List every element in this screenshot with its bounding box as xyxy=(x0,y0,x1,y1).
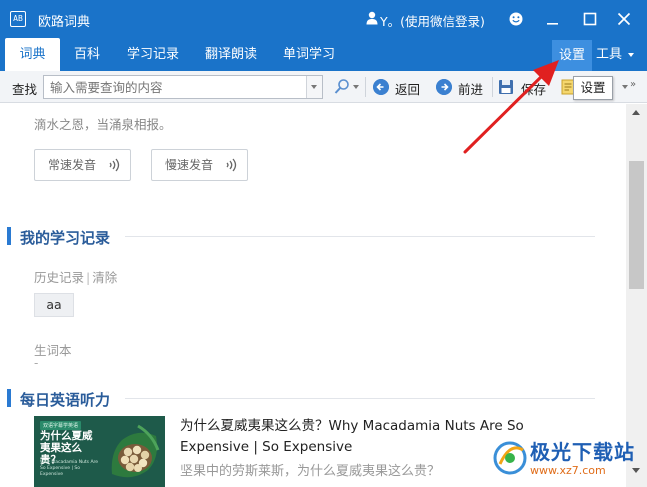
slow-pron-label: 慢速发音 xyxy=(165,158,214,172)
close-icon[interactable] xyxy=(614,8,634,30)
normal-speed-pronunciation-button[interactable]: 常速发音 xyxy=(34,149,131,181)
history-label[interactable]: 历史记录 xyxy=(34,270,84,285)
maximize-icon[interactable] xyxy=(580,8,600,30)
search-options-chevron-icon[interactable] xyxy=(353,85,359,89)
toolbar-divider xyxy=(365,77,366,97)
forward-arrow-icon[interactable] xyxy=(436,79,452,95)
search-input[interactable] xyxy=(44,76,306,98)
search-icon[interactable] xyxy=(334,78,350,96)
tab-dictionary[interactable]: 词典 xyxy=(5,38,60,71)
watermark-url: www.xz7.com xyxy=(530,464,606,477)
toolbar-divider xyxy=(492,77,493,97)
settings-button[interactable]: 设置 xyxy=(552,40,592,71)
tab-study-records[interactable]: 学习记录 xyxy=(120,38,186,71)
history-header: 历史记录 | 清除 xyxy=(34,267,117,286)
user-account-label[interactable]: Y。(使用微信登录) xyxy=(380,11,485,30)
tab-encyclopedia[interactable]: 百科 xyxy=(62,38,112,71)
speaker-wave-icon xyxy=(226,158,237,172)
scrollbar-thumb[interactable] xyxy=(629,161,644,289)
minimize-icon[interactable] xyxy=(543,8,563,30)
search-box xyxy=(43,75,323,99)
section-divider xyxy=(125,236,595,237)
toolbar-more-chevron-icon[interactable] xyxy=(622,85,628,89)
normal-pron-label: 常速发音 xyxy=(48,158,97,172)
section-divider xyxy=(125,398,595,399)
history-item[interactable]: aa xyxy=(34,293,74,317)
article-subtitle: 坚果中的劳斯莱斯，为什么夏威夷果这么贵？ xyxy=(180,464,441,479)
settings-tooltip: 设置 xyxy=(573,76,613,100)
title-bar: AB 欧路词典 Y。(使用微信登录) xyxy=(0,0,647,38)
tab-word-study[interactable]: 单词学习 xyxy=(274,38,344,71)
article-thumbnail[interactable]: 双语字幕学英语 为什么夏威夷果这么贵？ Why Macadamia Nuts A… xyxy=(34,416,165,487)
thumbnail-subtitle: Why Macadamia Nuts Are So Expensive | So… xyxy=(40,460,99,477)
macadamia-nuts-image xyxy=(111,424,160,478)
clear-history-link[interactable]: 清除 xyxy=(92,270,117,285)
thumbnail-tag: 双语字幕学英语 xyxy=(40,421,82,430)
vertical-scrollbar[interactable] xyxy=(626,104,647,487)
slow-speed-pronunciation-button[interactable]: 慢速发音 xyxy=(151,149,248,181)
save-disk-icon[interactable] xyxy=(498,79,514,95)
dictionary-home-content: 滴水之恩，当涌泉相报。 常速发音 慢速发音 我的学习记录 历史记录 | 清除 aa … xyxy=(0,104,626,487)
section-accent-bar xyxy=(7,389,11,407)
learning-section-title: 我的学习记录 xyxy=(20,229,111,247)
tools-menu-button[interactable]: 工具 xyxy=(596,38,635,71)
vocab-book-label[interactable]: 生词本 xyxy=(34,340,72,359)
feedback-smile-icon[interactable] xyxy=(506,8,526,30)
save-button[interactable]: 保存 xyxy=(521,79,546,98)
section-accent-bar xyxy=(7,227,11,245)
toolbar-overflow-icon[interactable]: » xyxy=(630,79,636,90)
vocab-empty-indicator: - xyxy=(34,356,39,370)
chevron-down-icon xyxy=(628,52,635,57)
search-history-dropdown[interactable] xyxy=(306,76,322,98)
app-logo-icon: AB xyxy=(10,11,26,27)
listening-section-title: 每日英语听力 xyxy=(20,391,111,409)
forward-button[interactable]: 前进 xyxy=(458,79,483,98)
back-arrow-icon[interactable] xyxy=(373,79,389,95)
back-button[interactable]: 返回 xyxy=(395,79,420,98)
search-toolbar: 查找 返回 前进 保存 » xyxy=(0,71,647,103)
app-title: 欧路词典 xyxy=(38,15,91,30)
find-label: 查找 xyxy=(12,82,38,97)
tab-translate-read[interactable]: 翻译朗读 xyxy=(196,38,266,71)
watermark-brand: 极光下载站 xyxy=(530,440,635,464)
speaker-wave-icon xyxy=(109,158,120,172)
main-tab-bar: 词典 百科 学习记录 翻译朗读 单词学习 设置 工具 xyxy=(0,38,647,71)
history-separator: | xyxy=(86,270,91,285)
user-icon[interactable] xyxy=(366,11,378,25)
tools-label: 工具 xyxy=(596,47,623,62)
scroll-up-arrow-icon[interactable] xyxy=(632,110,640,115)
daily-proverb: 滴水之恩，当涌泉相报。 xyxy=(34,117,172,132)
